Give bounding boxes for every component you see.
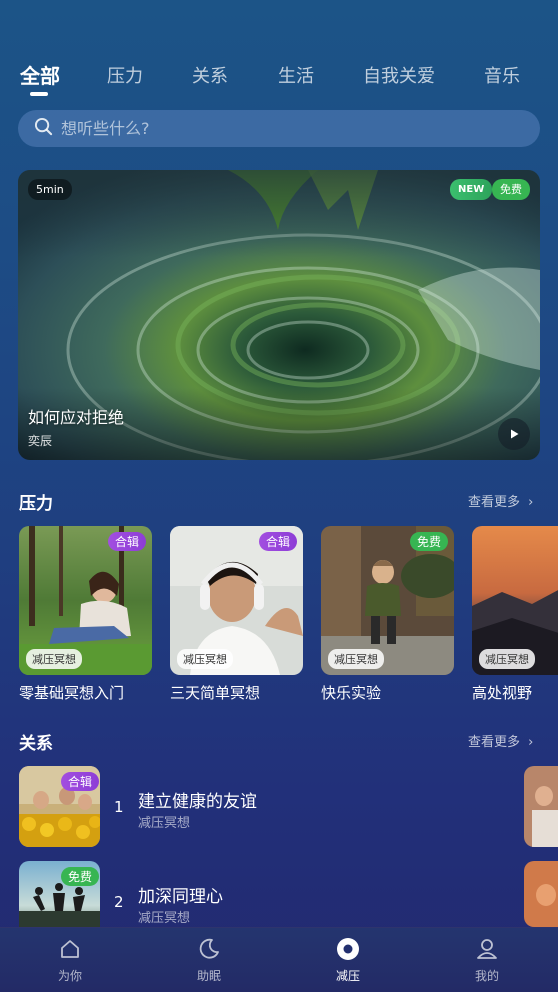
category-tag: 减压冥想 — [177, 649, 233, 669]
category-tag: 减压冥想 — [479, 649, 535, 669]
list-subtitle: 减压冥想 — [138, 911, 191, 926]
card-title: 零基础冥想入门 — [19, 684, 125, 702]
list-number: 1 — [114, 798, 124, 816]
bottom-navigation: 为你 助眠 减压 我的 — [0, 927, 558, 992]
search-bar[interactable] — [18, 110, 540, 147]
search-input[interactable] — [61, 119, 481, 138]
see-more-label: 查看更多 — [468, 735, 521, 750]
tab-music[interactable]: 音乐 — [484, 62, 520, 88]
chevron-right-icon: › — [528, 735, 534, 750]
card-high-view[interactable]: 减压冥想 高处视野 — [472, 526, 558, 703]
card-three-day-meditation[interactable]: 合辑 减压冥想 三天简单冥想 — [170, 526, 303, 703]
chevron-right-icon: › — [528, 495, 534, 510]
next-column-thumbnail[interactable] — [524, 861, 558, 927]
collection-tag: 合辑 — [61, 772, 100, 791]
free-tag: 免费 — [61, 867, 100, 886]
card-image: 合辑 减压冥想 — [19, 526, 152, 675]
list-number: 2 — [114, 893, 124, 911]
nav-label: 我的 — [474, 969, 499, 983]
list-title: 加深同理心 — [138, 887, 223, 907]
category-tag: 减压冥想 — [328, 649, 384, 669]
list-title: 建立健康的友谊 — [138, 792, 257, 812]
nav-label: 助眠 — [196, 969, 221, 983]
circle-dot-icon — [336, 938, 360, 965]
tab-relation[interactable]: 关系 — [192, 62, 228, 88]
nav-sleep[interactable]: 助眠 — [169, 937, 249, 984]
nav-for-you[interactable]: 为你 — [30, 937, 110, 984]
tab-life[interactable]: 生活 — [278, 62, 314, 88]
list-item-healthy-friendship[interactable]: 合辑 1 建立健康的友谊 减压冥想 — [19, 766, 519, 848]
next-column-thumbnail[interactable] — [524, 766, 558, 847]
tab-all[interactable]: 全部 — [20, 60, 60, 89]
collection-tag: 合辑 — [107, 532, 146, 551]
play-icon — [508, 425, 520, 444]
category-tabs: 全部 压力 关系 生活 自我关爱 音乐 — [0, 58, 558, 98]
hero-title: 如何应对拒绝 — [28, 408, 125, 427]
free-badge: 免费 — [492, 179, 530, 200]
see-more-label: 查看更多 — [468, 495, 521, 510]
card-title: 高处视野 — [472, 684, 533, 702]
free-tag: 免费 — [409, 532, 448, 551]
card-image: 减压冥想 — [472, 526, 558, 675]
tab-pressure[interactable]: 压力 — [107, 62, 143, 88]
new-badge: NEW — [450, 179, 493, 200]
tab-self-care[interactable]: 自我关爱 — [363, 62, 435, 88]
play-button[interactable] — [498, 418, 530, 450]
card-title: 三天简单冥想 — [170, 684, 261, 702]
moon-icon — [197, 938, 221, 965]
category-tag: 减压冥想 — [26, 649, 82, 669]
card-image: 合辑 减压冥想 — [170, 526, 303, 675]
profile-icon — [475, 939, 499, 965]
nav-mine[interactable]: 我的 — [447, 937, 527, 984]
card-image: 免费 减压冥想 — [321, 526, 454, 675]
list-thumbnail: 合辑 — [19, 766, 100, 847]
home-icon — [58, 940, 82, 965]
see-more-relation[interactable]: 查看更多 › — [468, 731, 533, 750]
nav-label: 减压 — [335, 969, 360, 983]
card-meditation-intro[interactable]: 合辑 减压冥想 零基础冥想入门 — [19, 526, 152, 703]
nav-stress-relief[interactable]: 减压 — [308, 937, 388, 984]
collection-tag: 合辑 — [258, 532, 297, 551]
duration-badge: 5min — [28, 179, 72, 200]
card-happy-experiment[interactable]: 免费 减压冥想 快乐实验 — [321, 526, 454, 703]
section-title-pressure: 压力 — [19, 494, 53, 514]
card-title: 快乐实验 — [321, 684, 382, 702]
nav-label: 为你 — [57, 969, 82, 983]
hero-author: 奕辰 — [28, 434, 53, 448]
featured-banner[interactable]: 5min NEW 免费 如何应对拒绝 奕辰 — [18, 170, 540, 460]
list-subtitle: 减压冥想 — [138, 816, 191, 831]
section-title-relation: 关系 — [19, 734, 53, 754]
search-icon — [34, 117, 53, 140]
see-more-pressure[interactable]: 查看更多 › — [468, 491, 533, 510]
active-tab-indicator — [30, 92, 48, 96]
